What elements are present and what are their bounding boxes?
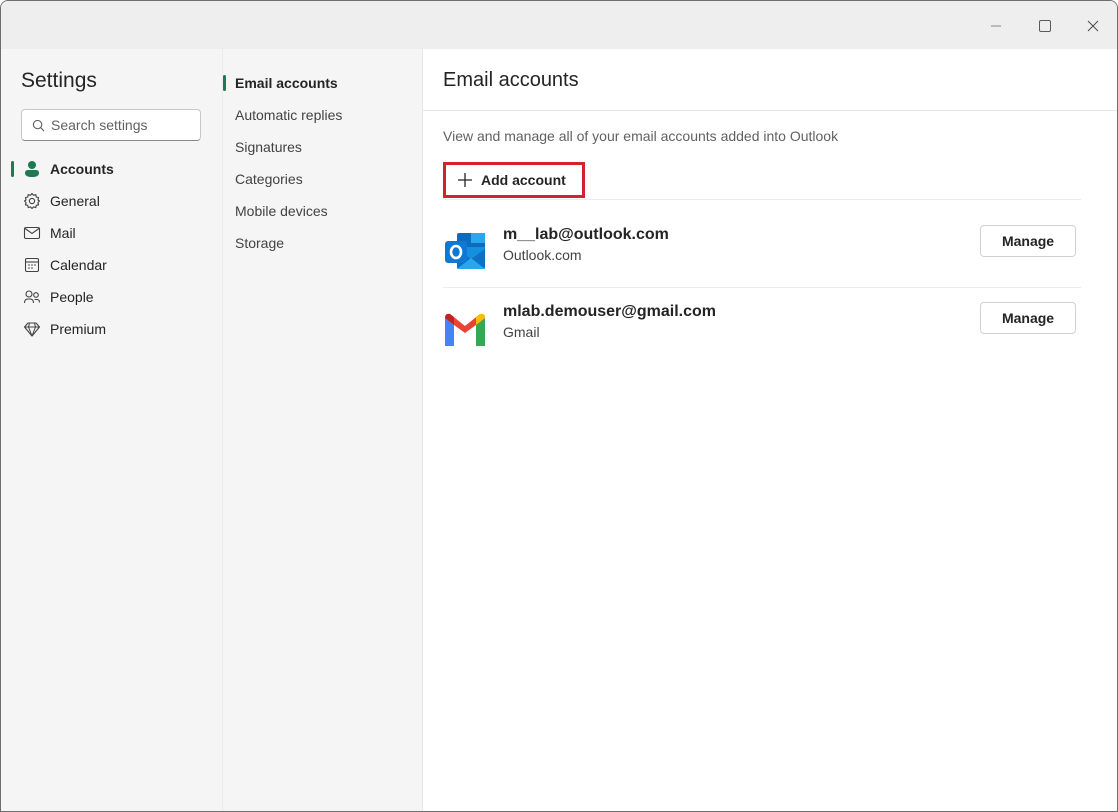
sidebar-item-premium[interactable]: Premium: [1, 313, 222, 345]
manage-button[interactable]: Manage: [980, 302, 1076, 334]
add-account-button[interactable]: Add account: [443, 162, 585, 198]
account-email: m__lab@outlook.com: [503, 226, 669, 243]
calendar-icon: [22, 255, 42, 275]
close-button[interactable]: [1070, 9, 1116, 43]
divider: [443, 287, 1081, 288]
plus-icon: [457, 172, 473, 188]
people-icon: [22, 287, 42, 307]
gmail-logo-icon: [445, 313, 485, 346]
mail-icon: [22, 223, 42, 243]
manage-button[interactable]: Manage: [980, 225, 1076, 257]
main-content: Email accounts View and manage all of yo…: [422, 49, 1117, 811]
settings-title: Settings: [21, 69, 97, 92]
minimize-button[interactable]: [973, 9, 1019, 43]
subnav-item-email-accounts[interactable]: Email accounts: [223, 67, 422, 99]
account-email: mlab.demouser@gmail.com: [503, 303, 716, 320]
maximize-icon: [1039, 20, 1051, 32]
title-bar: [1, 1, 1117, 49]
subnav-item-storage[interactable]: Storage: [223, 227, 422, 259]
sidebar-item-label: People: [50, 289, 94, 305]
sidebar-item-label: Calendar: [50, 257, 107, 273]
subnav-item-categories[interactable]: Categories: [223, 163, 422, 195]
settings-window: Settings Accounts General Mail: [0, 0, 1118, 812]
sidebar-item-calendar[interactable]: Calendar: [1, 249, 222, 281]
sidebar-item-label: Premium: [50, 321, 107, 337]
page-title: Email accounts: [443, 69, 579, 91]
sidebar-item-label: General: [50, 193, 100, 209]
maximize-button[interactable]: [1022, 9, 1068, 43]
subnav-item-mobile-devices[interactable]: Mobile devices: [223, 195, 422, 227]
sidebar-item-mail[interactable]: Mail: [1, 217, 222, 249]
diamond-icon: [22, 319, 42, 339]
search-box[interactable]: [21, 109, 201, 141]
sidebar-item-label: Mail: [50, 225, 76, 241]
divider: [443, 199, 1081, 200]
account-row-outlook: m__lab@outlook.com Outlook.com Manage: [443, 223, 1081, 283]
search-icon: [32, 119, 45, 131]
sidebar-item-accounts[interactable]: Accounts: [1, 153, 222, 185]
add-account-label: Add account: [481, 172, 566, 188]
sidebar-item-label: Accounts: [50, 161, 114, 177]
sidebar-item-general[interactable]: General: [1, 185, 222, 217]
account-type: Gmail: [503, 324, 540, 340]
close-icon: [1087, 20, 1099, 32]
minimize-icon: [991, 25, 1001, 27]
search-input[interactable]: [51, 117, 191, 133]
account-type: Outlook.com: [503, 247, 582, 263]
outlook-logo-icon: [445, 233, 485, 269]
page-description: View and manage all of your email accoun…: [443, 128, 839, 144]
subnav-item-automatic-replies[interactable]: Automatic replies: [223, 99, 422, 131]
accounts-subnav: Email accounts Automatic replies Signatu…: [222, 49, 422, 811]
header-divider: [423, 110, 1117, 111]
gear-icon: [22, 191, 42, 211]
subnav-item-signatures[interactable]: Signatures: [223, 131, 422, 163]
settings-sidebar: Settings Accounts General Mail: [1, 49, 222, 811]
sidebar-item-people[interactable]: People: [1, 281, 222, 313]
account-row-gmail: mlab.demouser@gmail.com Gmail Manage: [443, 300, 1081, 360]
person-icon: [22, 159, 42, 179]
